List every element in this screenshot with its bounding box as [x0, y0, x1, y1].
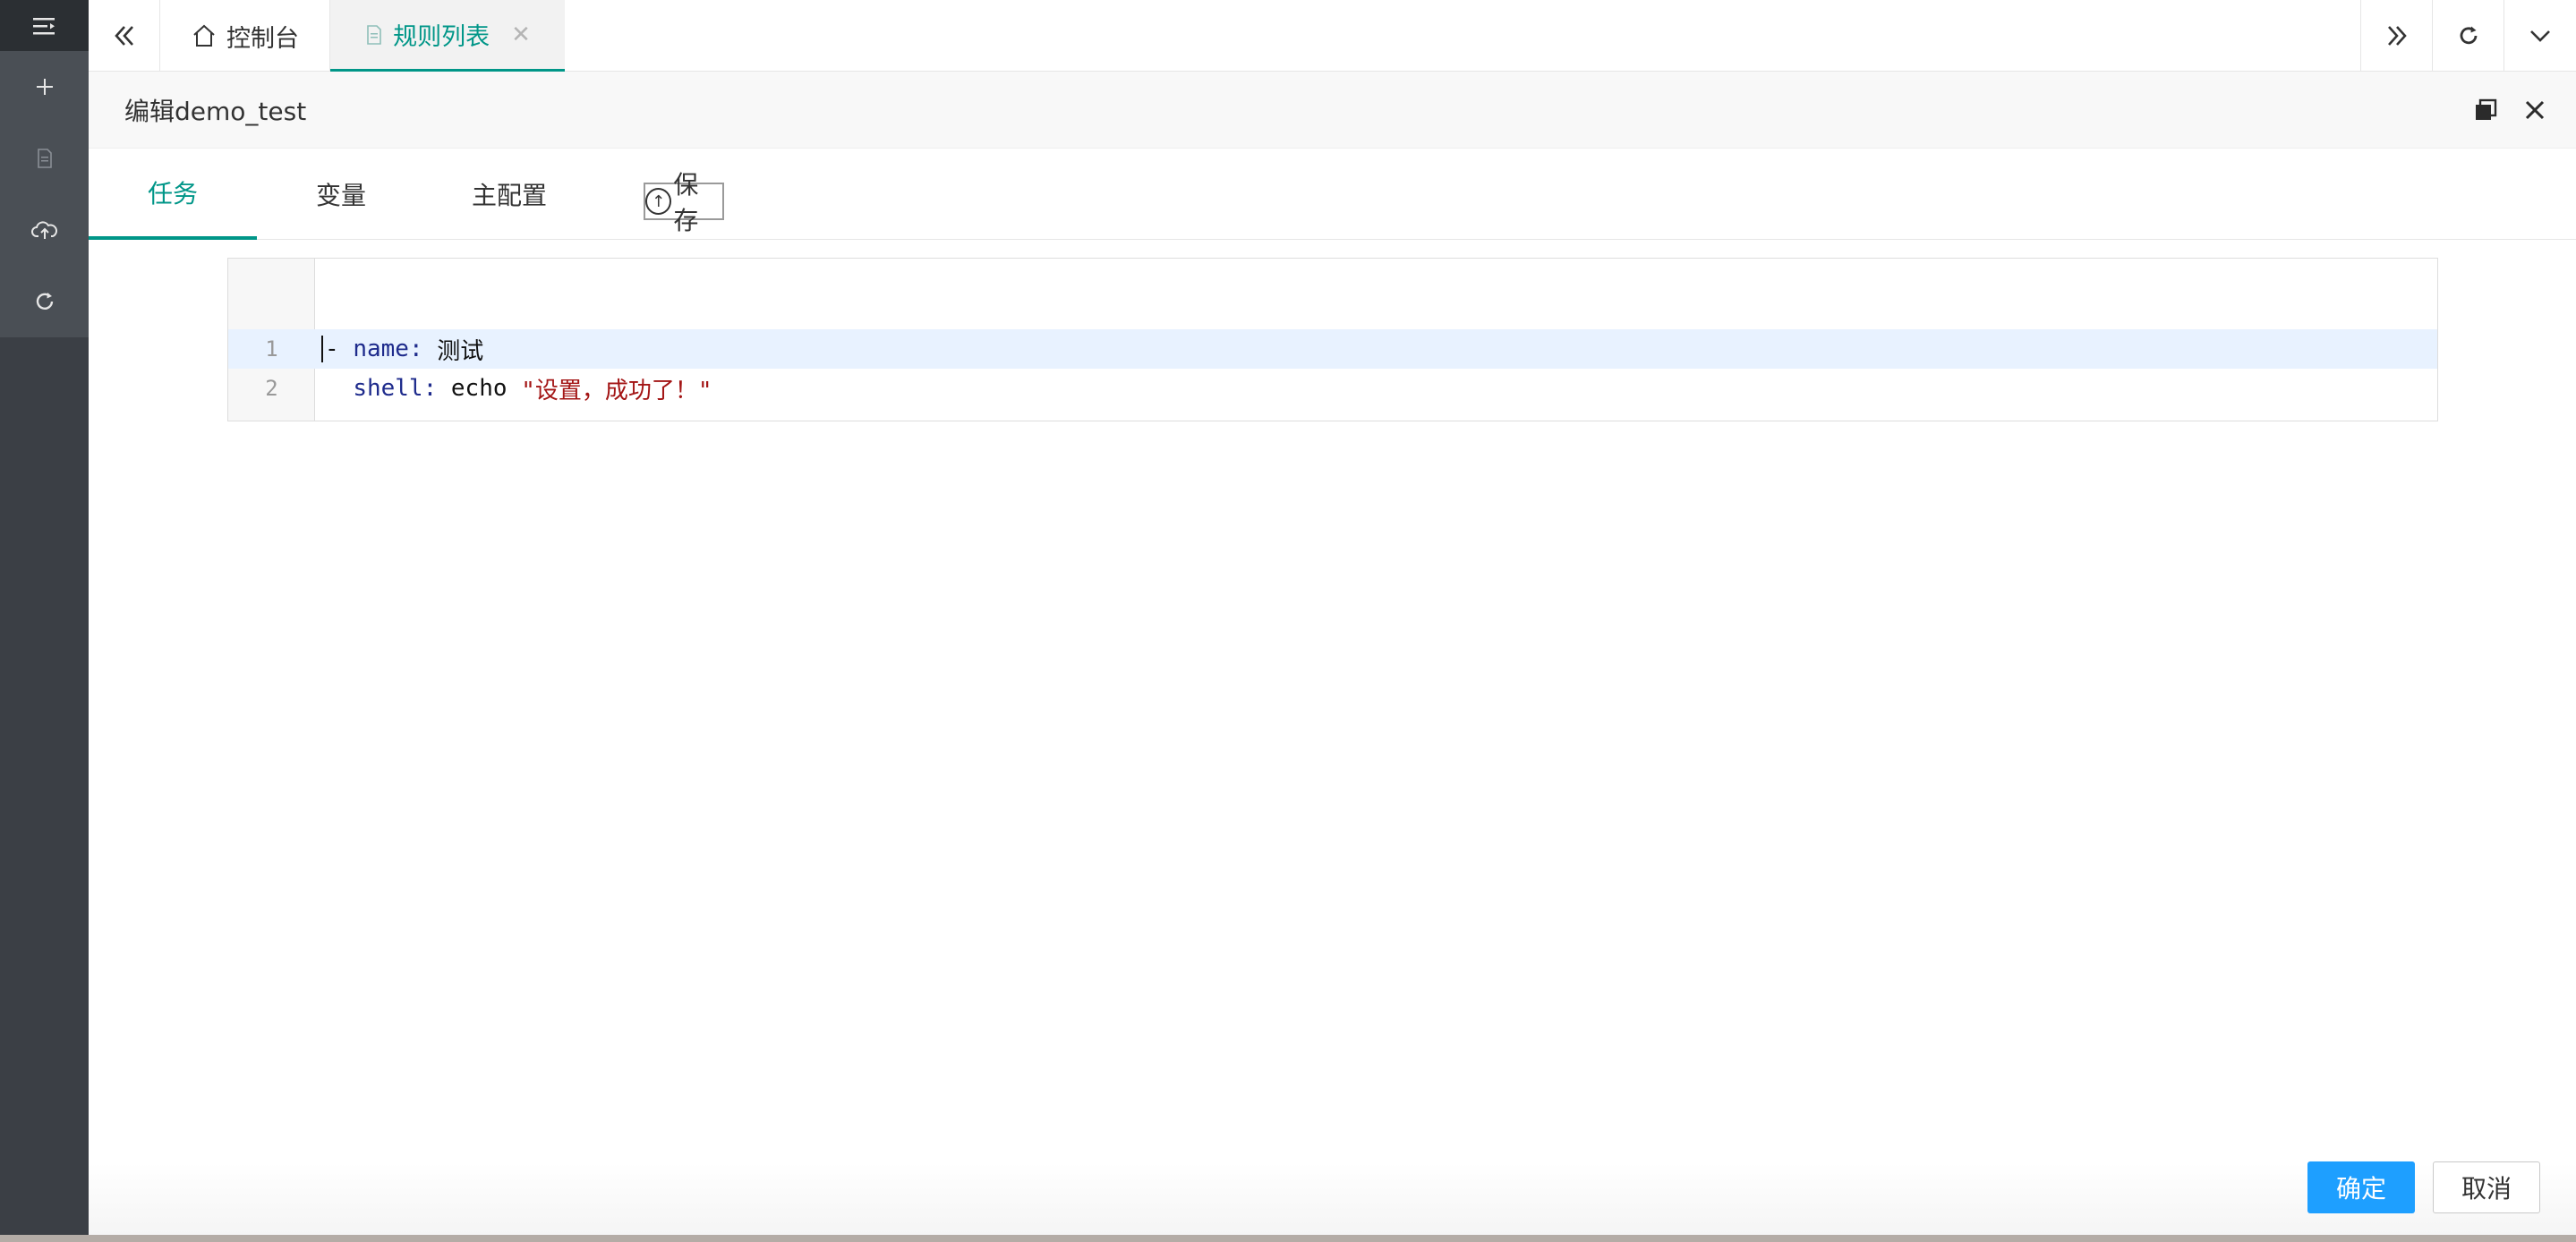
maximize-icon: [2476, 98, 2497, 120]
window-bottom-edge: [0, 1235, 2576, 1242]
left-sidebar: [0, 0, 89, 1242]
chevron-down-icon: [2530, 30, 2550, 42]
editor-line[interactable]: 2 shell : echo "设置，成功了！": [228, 369, 2437, 408]
menu-toggle-button[interactable]: [0, 0, 89, 51]
save-label: 保存: [673, 170, 699, 235]
cancel-button[interactable]: 取消: [2433, 1161, 2540, 1213]
tabs-scroll-left-button[interactable]: [89, 0, 160, 72]
dialog-tabs: 任务 变量 主配置 ↑ 保存: [89, 149, 2576, 240]
tab-tasks[interactable]: 任务: [89, 149, 257, 240]
editor-line[interactable]: 1 - name : 测试: [228, 329, 2437, 369]
tab-console[interactable]: 控制台: [160, 0, 330, 72]
plus-icon: [36, 79, 53, 95]
menu-collapse-icon: [32, 17, 55, 34]
sidebar-document-button[interactable]: [0, 123, 89, 194]
refresh-icon: [2460, 26, 2477, 45]
tab-options-dropdown[interactable]: [2503, 0, 2576, 72]
home-icon: [193, 24, 215, 47]
code-editor[interactable]: 1 - name : 测试 2 shell : echo "设置，成功了！": [227, 258, 2438, 421]
refresh-icon: [36, 293, 53, 310]
document-icon: [367, 24, 381, 45]
top-tab-bar: 控制台 规则列表 ✕: [89, 0, 2576, 72]
dialog-title: 编辑demo_test: [124, 97, 307, 126]
line-number: 2: [265, 376, 278, 401]
tab-rule-list-label: 规则列表: [393, 23, 490, 51]
tab-rule-list[interactable]: 规则列表 ✕: [330, 0, 565, 72]
line-number: 1: [265, 336, 278, 362]
cloud-upload-icon: [30, 221, 57, 239]
line-code: - name : 测试: [321, 329, 483, 369]
cursor-caret: [321, 336, 323, 362]
close-icon: [2525, 100, 2545, 120]
refresh-tab-button[interactable]: [2432, 0, 2503, 72]
tab-variables[interactable]: 变量: [257, 149, 425, 240]
line-code: shell : echo "设置，成功了！": [353, 375, 712, 404]
confirm-button[interactable]: 确定: [2307, 1161, 2415, 1213]
tab-console-label: 控制台: [226, 24, 299, 53]
upload-arrow-icon: ↑: [645, 188, 672, 215]
sidebar-add-button[interactable]: [0, 51, 89, 123]
sidebar-upload-button[interactable]: [0, 194, 89, 266]
dialog-footer: [89, 1163, 2576, 1242]
dialog-header: 编辑demo_test: [89, 72, 2576, 149]
close-icon[interactable]: ✕: [511, 21, 531, 48]
tab-main-config[interactable]: 主配置: [425, 149, 593, 240]
document-icon: [37, 149, 52, 168]
tabs-scroll-right-button[interactable]: [2360, 0, 2432, 72]
maximize-button[interactable]: [2463, 72, 2508, 149]
save-button[interactable]: ↑ 保存: [644, 170, 724, 235]
double-chevron-right-icon: [2387, 26, 2407, 46]
sidebar-refresh-button[interactable]: [0, 266, 89, 337]
dialog-close-button[interactable]: [2512, 72, 2557, 149]
double-chevron-left-icon: [114, 26, 133, 46]
